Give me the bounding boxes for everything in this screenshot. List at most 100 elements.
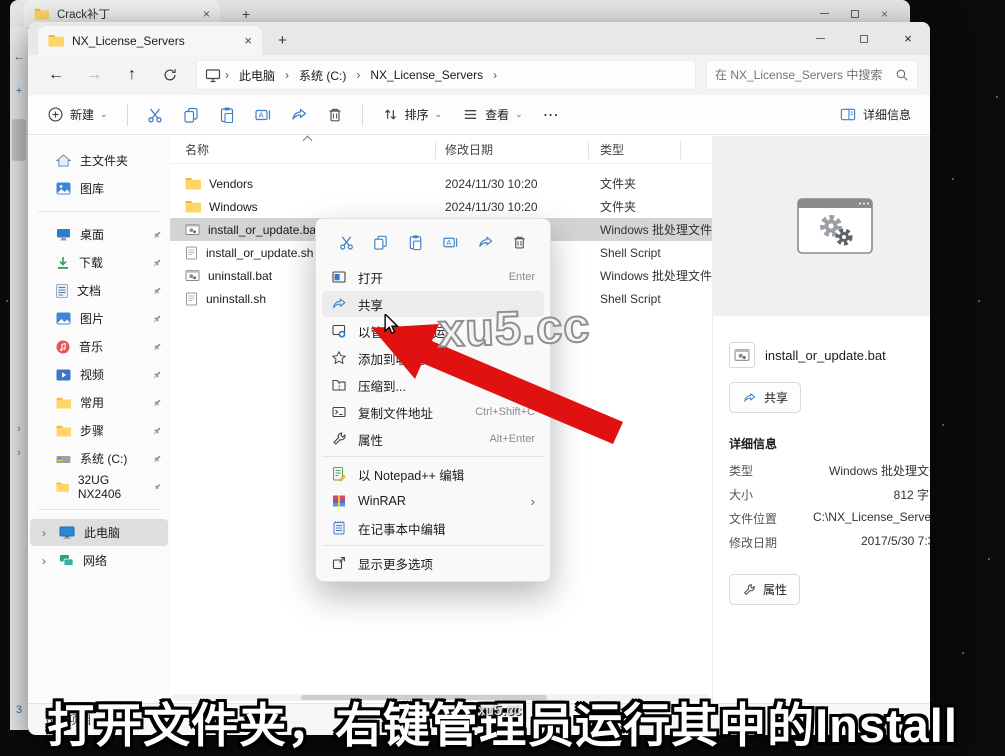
paste-button[interactable] <box>210 99 244 131</box>
menu-item-edit-in-notepad[interactable]: 在记事本中编辑 <box>322 515 544 541</box>
breadcrumb-item-drive-c[interactable]: 系统 (C:) <box>292 64 353 87</box>
menu-item-label: 以 Notepad++ 编辑 <box>358 465 464 484</box>
menu-item-open[interactable]: 打开 Enter <box>322 264 544 290</box>
details-label: 类型 <box>729 462 753 479</box>
notepadpp-icon <box>331 466 347 482</box>
sidebar-item-downloads[interactable]: 下载 <box>30 249 168 276</box>
copy-button[interactable] <box>174 99 208 131</box>
column-header-type[interactable]: 类型 <box>588 141 712 158</box>
sidebar-item-home[interactable]: 主文件夹 <box>30 147 168 174</box>
sidebar-item-network[interactable]: › 网络 <box>30 547 168 574</box>
delete-button[interactable] <box>318 99 352 131</box>
sort-icon <box>382 106 399 123</box>
sidebar-item-desktop[interactable]: 桌面 <box>30 221 168 248</box>
chevron-right-icon[interactable]: › <box>38 554 50 568</box>
breadcrumb-item-folder[interactable]: NX_License_Servers <box>363 65 490 85</box>
subtitle-caption: 打开文件夹，右键管理员运行其中的Install <box>0 687 1005 756</box>
menu-item-copy-file-path[interactable]: 复制文件地址 Ctrl+Shift+C <box>322 399 544 425</box>
sidebar-item-drive-c[interactable]: 系统 (C:) <box>30 445 168 472</box>
background-window-controls: × <box>820 7 910 21</box>
explorer-tab[interactable]: NX_License_Servers × <box>38 26 262 55</box>
rename-button[interactable]: A <box>436 229 464 255</box>
share-button[interactable] <box>471 229 499 255</box>
new-tab-button[interactable]: + <box>242 6 250 22</box>
column-separator[interactable] <box>588 141 589 159</box>
minimize-button[interactable] <box>798 22 842 55</box>
view-button[interactable]: 查看 ⌄ <box>453 99 532 131</box>
sidebar-item-gallery[interactable]: 图库 <box>30 175 168 202</box>
sidebar-item-videos[interactable]: 视频 <box>30 361 168 388</box>
column-header-date[interactable]: 修改日期 <box>435 141 588 158</box>
rename-button[interactable]: A <box>246 99 280 131</box>
sidebar-item-label: 网络 <box>83 552 107 569</box>
sidebar-item-label: 常用 <box>80 394 104 411</box>
minimize-icon[interactable] <box>820 13 829 14</box>
cut-button[interactable] <box>332 229 360 255</box>
menu-item-label: 属性 <box>358 430 383 449</box>
chevron-right-icon[interactable]: › <box>38 526 50 540</box>
details-properties-button[interactable]: 属性 <box>729 574 800 605</box>
column-separator[interactable] <box>680 141 681 159</box>
pin-icon <box>152 398 162 408</box>
star-dot <box>988 558 990 560</box>
copy-button[interactable] <box>367 229 395 255</box>
search-input[interactable] <box>715 68 889 82</box>
file-row-windows[interactable]: Windows 2024/11/30 10:20 文件夹 <box>170 195 712 218</box>
sort-button-label: 排序 <box>405 106 429 123</box>
column-separator[interactable] <box>435 141 436 159</box>
chevron-right-icon: › <box>17 423 21 435</box>
details-share-button[interactable]: 共享 <box>729 382 801 413</box>
sidebar-item-label: 图片 <box>80 310 104 327</box>
cut-button[interactable] <box>138 99 172 131</box>
details-pane-toggle[interactable]: 详细信息 <box>830 99 920 131</box>
maximize-button[interactable] <box>842 22 886 55</box>
column-header-name[interactable]: 名称 <box>170 141 435 158</box>
trash-icon <box>511 234 528 251</box>
refresh-button[interactable] <box>154 60 186 90</box>
context-menu: A 打开 Enter 共享 以管理员身份运行 添加到收藏夹 <box>315 218 551 582</box>
menu-item-show-more-options[interactable]: 显示更多选项 <box>322 550 544 576</box>
sidebar-item-this-pc[interactable]: › 此电脑 <box>30 519 168 546</box>
pin-icon <box>152 454 162 464</box>
new-button[interactable]: 新建 ⌄ <box>38 99 117 131</box>
up-button[interactable]: ↑ <box>116 60 148 90</box>
sidebar-item-changyong[interactable]: 常用 <box>30 389 168 416</box>
delete-button[interactable] <box>506 229 534 255</box>
menu-item-compress-to[interactable]: 压缩到... <box>322 372 544 398</box>
menu-item-shortcut: Enter <box>509 271 535 283</box>
sidebar-item-pictures[interactable]: 图片 <box>30 305 168 332</box>
batch-file-icon <box>729 342 755 368</box>
close-icon[interactable]: × <box>881 7 888 21</box>
close-icon[interactable]: × <box>244 33 252 48</box>
chevron-down-icon: ⌄ <box>435 109 443 120</box>
forward-button[interactable]: → <box>78 60 110 90</box>
batch-file-icon <box>185 269 200 282</box>
breadcrumb-item-this-pc[interactable]: 此电脑 <box>232 64 282 87</box>
maximize-icon[interactable] <box>851 10 859 18</box>
menu-item-winrar[interactable]: WinRAR › <box>322 488 544 514</box>
details-value: 812 字节 <box>894 486 930 503</box>
new-tab-button[interactable]: + <box>262 26 303 55</box>
sidebar-item-label: 视频 <box>80 366 104 383</box>
file-row-vendors[interactable]: Vendors 2024/11/30 10:20 文件夹 <box>170 172 712 195</box>
menu-item-edit-with-notepadpp[interactable]: 以 Notepad++ 编辑 <box>322 461 544 487</box>
submenu-chevron-icon: › <box>531 494 535 509</box>
menu-item-properties[interactable]: 属性 Alt+Enter <box>322 426 544 452</box>
sidebar-item-music[interactable]: 音乐 <box>30 333 168 360</box>
close-icon[interactable]: × <box>203 7 210 21</box>
refresh-icon <box>162 67 178 83</box>
sort-button[interactable]: 排序 ⌄ <box>373 99 452 131</box>
close-button[interactable]: × <box>886 22 930 55</box>
more-options-button[interactable]: ⋯ <box>534 99 568 131</box>
sidebar-item-documents[interactable]: 文档 <box>30 277 168 304</box>
sidebar-item-buzhou[interactable]: 步骤 <box>30 417 168 444</box>
paste-button[interactable] <box>402 229 430 255</box>
batch-file-icon <box>185 223 200 236</box>
view-icon <box>462 106 479 123</box>
sidebar-item-label: 桌面 <box>80 226 104 243</box>
sidebar-item-32ug-nx2406[interactable]: 32UG NX2406 <box>30 473 168 500</box>
back-button[interactable]: ← <box>40 60 72 90</box>
wrench-icon <box>742 583 756 597</box>
menu-item-label: 添加到收藏夹 <box>358 349 433 368</box>
share-button[interactable] <box>282 99 316 131</box>
